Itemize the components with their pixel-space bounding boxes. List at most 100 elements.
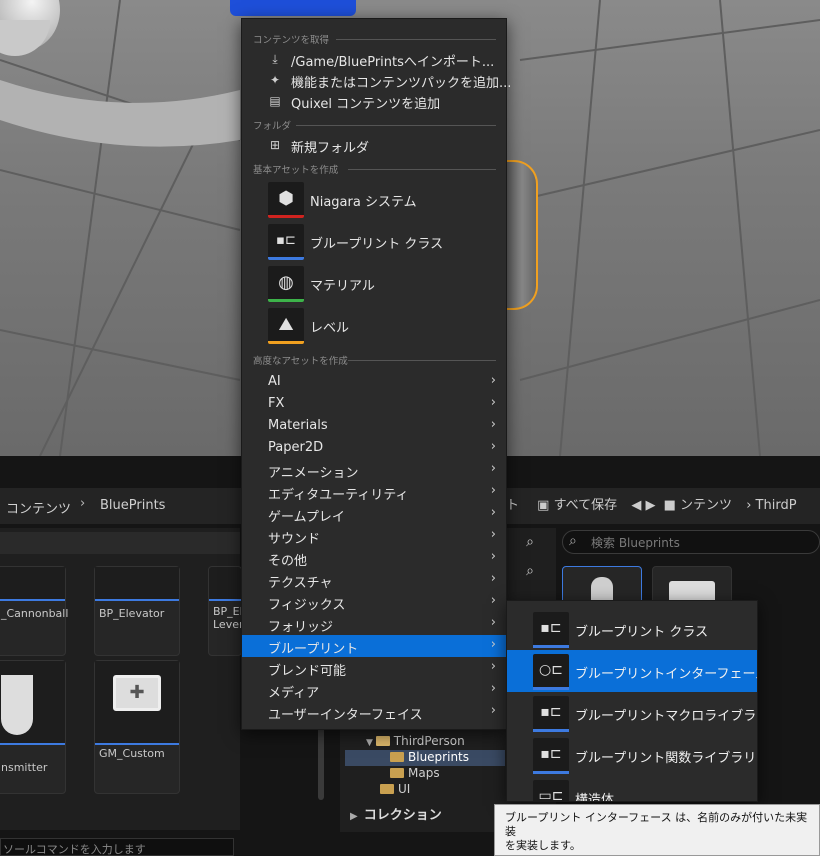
breadcrumb-blueprints[interactable]: BluePrints [100, 498, 165, 513]
menu-item-label: 機能またはコンテンツパックを追加... [291, 76, 512, 91]
tree-item-label: ThirdPerson [393, 734, 465, 748]
search-icon[interactable]: ⌕ [518, 534, 542, 554]
menu-item-label: Niagara システム [310, 195, 417, 210]
menu-category-0[interactable]: AI › [242, 371, 506, 393]
submenu-item-struct[interactable]: ▭⊏ 構造体 [507, 776, 757, 801]
chevron-right-icon: ▶ [350, 811, 358, 822]
section-divider [348, 169, 496, 170]
chevron-right-icon: › [490, 549, 496, 564]
blueprint-function-icon: ▪⊏ [533, 738, 569, 774]
menu-item-import[interactable]: ⤓ /Game/BluePrintsへインポート... [242, 49, 506, 71]
search-blueprints-input[interactable]: ⌕ 検索 Blueprints [562, 530, 820, 554]
tooltip: ブループリント インターフェース は、名前のみが付いた未実装 を実装します。 [494, 804, 820, 856]
asset-tile-lever[interactable]: BP_El Lever [208, 566, 242, 656]
submenu-item-blueprint-function-library[interactable]: ▪⊏ ブループリント関数ライブラリ [507, 734, 757, 776]
folder-open-icon [375, 736, 390, 746]
breadcrumb-thirdperson-2[interactable]: ThirdP [756, 498, 797, 513]
chevron-right-icon: › [490, 637, 496, 652]
asset-tile-gm-custom[interactable]: ✚ GM_Custom [94, 660, 180, 794]
menu-category-label: フォリッジ [268, 620, 334, 635]
menu-category-15[interactable]: ユーザーインターフェイス › [242, 701, 506, 723]
asset-thumbnail [95, 567, 179, 601]
chevron-right-icon: › [490, 483, 496, 498]
menu-category-1[interactable]: FX › [242, 393, 506, 415]
menu-item-new-folder[interactable]: ⊞ 新規フォルダ [242, 135, 506, 157]
breadcrumb-separator-icon: › [746, 498, 752, 513]
search-icon: ⌕ [569, 533, 577, 549]
asset-tile-cannonball[interactable]: _Cannonball [0, 566, 68, 656]
menu-category-10[interactable]: フィジックス › [242, 591, 506, 613]
menu-category-11[interactable]: フォリッジ › [242, 613, 506, 635]
menu-category-13[interactable]: ブレンド可能 › [242, 657, 506, 679]
menu-item-material[interactable]: ◍ マテリアル [242, 264, 506, 304]
menu-category-label: テクスチャ [268, 576, 333, 591]
folder-icon [390, 752, 404, 762]
menu-category-14[interactable]: メディア › [242, 679, 506, 701]
console-command-input[interactable]: ソールコマンドを入力します [0, 838, 234, 856]
add-content-menu: コンテンツを取得 ⤓ /Game/BluePrintsへインポート... ✦ 機… [241, 18, 511, 730]
chevron-right-icon: › [490, 659, 496, 674]
breadcrumb-content[interactable]: コンテンツ [6, 498, 71, 517]
menu-category-6[interactable]: ゲームプレイ › [242, 503, 506, 525]
menu-item-level[interactable]: ⛰ レベル [242, 306, 506, 346]
console-command-placeholder: ソールコマンドを入力します [3, 843, 146, 856]
menu-category-9[interactable]: テクスチャ › [242, 569, 506, 591]
menu-category-label: ブレンド可能 [268, 664, 347, 679]
menu-item-blueprint-class[interactable]: ▪⊏ ブループリント クラス [242, 222, 506, 262]
submenu-item-blueprint-class[interactable]: ▪⊏ ブループリント クラス [507, 608, 757, 650]
menu-item-niagara-system[interactable]: ⬢ Niagara システム [242, 180, 506, 220]
chevron-right-icon: › [490, 505, 496, 520]
submenu-item-label: ブループリント クラス [575, 625, 709, 640]
asset-thumbnail [0, 661, 65, 745]
tree-item-thirdperson[interactable]: ▼ ThirdPerson [366, 734, 465, 750]
menu-category-12[interactable]: ブループリント › [242, 635, 506, 657]
level-icon: ⛰ [268, 308, 304, 344]
save-all-button[interactable]: すべて保存 [554, 498, 618, 513]
menu-category-4[interactable]: アニメーション › [242, 459, 506, 481]
menu-item-add-feature-pack[interactable]: ✦ 機能またはコンテンツパックを追加... [242, 70, 511, 92]
filter-search-icon[interactable]: ⌕ [518, 563, 542, 583]
menu-category-label: Paper2D [268, 440, 324, 455]
chevron-right-icon: › [490, 395, 496, 410]
menu-category-7[interactable]: サウンド › [242, 525, 506, 547]
forward-icon[interactable]: ▶ [645, 498, 655, 513]
search-placeholder: 検索 Blueprints [591, 536, 680, 550]
menu-category-5[interactable]: エディタユーティリティ › [242, 481, 506, 503]
import-icon: ⤓ [272, 52, 278, 66]
menu-item-label: マテリアル [310, 279, 375, 294]
asset-tile-elevator[interactable]: BP_Elevator [94, 566, 180, 656]
submenu-item-label: ブループリント関数ライブラリ [575, 751, 757, 766]
breadcrumb-content-2[interactable]: ンテンツ [680, 498, 732, 513]
tree-item-maps[interactable]: Maps [390, 766, 440, 782]
chevron-right-icon: › [490, 681, 496, 696]
chevron-right-icon: › [490, 527, 496, 542]
menu-item-quixel[interactable]: ▤ Quixel コンテンツを追加 [242, 91, 506, 113]
search-strip [0, 532, 240, 554]
asset-tile-transmitter[interactable]: nsmitter [0, 660, 66, 794]
menu-category-2[interactable]: Materials › [242, 415, 506, 437]
breadcrumb-separator-icon: › [80, 496, 86, 511]
menu-category-3[interactable]: Paper2D › [242, 437, 506, 459]
menu-category-label: フィジックス [268, 598, 346, 613]
struct-icon: ▭⊏ [533, 780, 569, 801]
asset-thumbnail [209, 567, 241, 601]
tooltip-line-2: を実装します。 [505, 839, 581, 852]
folder-icon [380, 784, 394, 794]
section-header-get-content: コンテンツを取得 [253, 35, 330, 46]
tree-item-blueprints[interactable]: Blueprints [345, 750, 505, 766]
niagara-icon: ⬢ [268, 182, 304, 218]
folder-icon: ■ [663, 498, 676, 513]
menu-category-label: AI [268, 374, 281, 389]
menu-category-label: Materials [268, 418, 328, 433]
submenu-item-blueprint-interface[interactable]: ○⊏ ブループリントインターフェース [507, 650, 757, 692]
section-header-advanced-assets: 高度なアセットを作成 [253, 356, 348, 367]
tree-item-ui[interactable]: UI [380, 782, 410, 798]
add-feature-icon: ✦ [269, 73, 281, 87]
back-icon[interactable]: ◀ [631, 498, 641, 513]
submenu-item-blueprint-macro-library[interactable]: ▪⊏ ブループリントマクロライブラリ [507, 692, 757, 734]
menu-category-8[interactable]: その他 › [242, 547, 506, 569]
asset-label: BP_El [213, 605, 242, 618]
blue-mesh [230, 0, 356, 16]
new-folder-icon: ⊞ [269, 138, 281, 152]
collections-header[interactable]: ▶ コレクション [342, 804, 504, 828]
